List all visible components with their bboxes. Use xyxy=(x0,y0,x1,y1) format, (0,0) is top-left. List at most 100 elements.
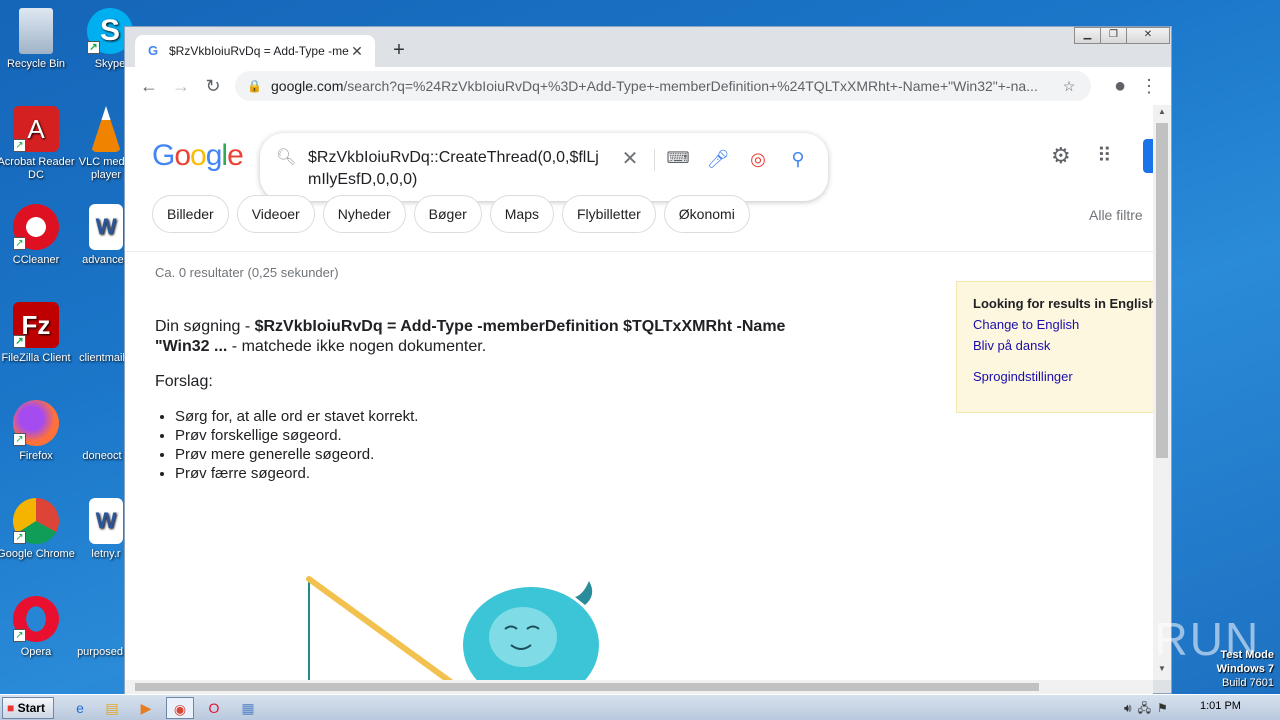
system-tray[interactable]: 🔊︎🖧⚑ xyxy=(1124,699,1174,720)
desktop-icon-label: Google Chrome xyxy=(0,548,75,560)
minimize-button[interactable]: ▁ xyxy=(1074,27,1101,44)
horizontal-scrollbar[interactable] xyxy=(125,680,1153,694)
search-icon: 🔍︎ xyxy=(276,149,297,166)
test-mode-label: Test Mode Windows 7 Build 7601 xyxy=(1216,649,1274,689)
desktop-icon-label: letny.r xyxy=(91,548,121,560)
no-results-illustration xyxy=(306,576,599,680)
stay-danish-link[interactable]: Bliv på dansk xyxy=(973,338,1149,353)
desktop-icon-ccleaner[interactable]: ↗ CCleaner xyxy=(0,204,76,267)
firefox-icon: ↗ xyxy=(13,400,59,446)
new-tab-button[interactable]: + xyxy=(387,39,411,63)
blank-file-icon xyxy=(79,302,125,348)
blank-file-icon xyxy=(79,400,125,446)
sign-in-button[interactable] xyxy=(1143,139,1153,173)
scroll-down-icon[interactable]: ▼ xyxy=(1153,664,1171,678)
scroll-up-icon[interactable]: ▲ xyxy=(1153,107,1171,121)
language-suggestion-box: Looking for results in English Change to… xyxy=(956,281,1153,413)
tab-title: $RzVkbIoiuRvDq = Add-Type -memb xyxy=(169,44,349,58)
desktop-icon-label: Skype xyxy=(94,58,126,70)
reload-button[interactable]: ↻ xyxy=(197,70,229,102)
chrome-menu-icon[interactable]: ⋮ xyxy=(1139,71,1159,101)
suggestions-heading: Forslag: xyxy=(155,373,213,390)
volume-icon[interactable]: 🔊︎ xyxy=(1124,701,1138,715)
taskbar-opera-icon[interactable]: O xyxy=(200,697,228,719)
chip-flights[interactable]: Flybilletter xyxy=(562,195,656,233)
chip-videos[interactable]: Videoer xyxy=(236,195,315,233)
tab-google-search[interactable]: G $RzVkbIoiuRvDq = Add-Type -memb ✕ xyxy=(135,35,375,67)
taskbar-chrome-icon[interactable]: ◉ xyxy=(166,697,194,719)
language-box-heading: Looking for results in English xyxy=(973,296,1153,311)
taskbar-clock[interactable]: 1:01 PM xyxy=(1200,700,1241,712)
search-input[interactable]: $RzVkbIoiuRvDq::CreateThread(0,0,$flLjmI… xyxy=(308,147,608,191)
scroll-thumb[interactable] xyxy=(135,683,1039,691)
search-submit-icon[interactable]: ⚲ xyxy=(784,145,812,173)
monster-horn xyxy=(575,581,593,605)
list-item: Prøv færre søgeord. xyxy=(175,464,418,483)
back-button[interactable]: ← xyxy=(133,70,165,102)
word-document-icon: W xyxy=(89,204,123,250)
chip-maps[interactable]: Maps xyxy=(489,195,554,233)
vlc-cone-icon xyxy=(91,106,121,152)
taskbar-explorer-icon[interactable]: ▤ xyxy=(98,697,126,719)
page-viewport: Google 🔍︎ $RzVkbIoiuRvDq::CreateThread(0… xyxy=(125,105,1153,680)
url-path: /search?q=%24RzVkbIoiuRvDq+%3D+Add-Type+… xyxy=(343,78,1038,94)
opera-icon: ↗ xyxy=(13,596,59,642)
close-tab-icon[interactable]: ✕ xyxy=(349,43,365,60)
desktop-icon-label: CCleaner xyxy=(12,254,60,266)
google-lens-icon[interactable]: ◎ xyxy=(744,145,772,173)
window-controls: ▁ ❐ ✕ xyxy=(1074,27,1170,44)
language-settings-link[interactable]: Sprogindstillinger xyxy=(973,369,1149,384)
list-item: Prøv forskellige søgeord. xyxy=(175,426,418,445)
keyboard-icon[interactable]: ⌨ xyxy=(664,145,692,173)
bookmark-star-icon[interactable]: ☆ xyxy=(1059,78,1079,95)
desktop-icon-label: Firefox xyxy=(19,450,53,462)
desktop-icon-label: FileZilla Client xyxy=(1,352,71,364)
desktop-icon-chrome[interactable]: ↗ Google Chrome xyxy=(0,498,76,561)
lock-icon: 🔒 xyxy=(247,79,262,93)
list-item: Prøv mere generelle søgeord. xyxy=(175,445,418,464)
taskbar-ie-icon[interactable]: e xyxy=(66,697,94,719)
google-apps-icon[interactable]: ⠿ xyxy=(1097,143,1112,168)
microphone-icon[interactable]: 🎤︎ xyxy=(704,145,732,173)
chip-books[interactable]: Bøger xyxy=(413,195,482,233)
address-bar[interactable]: 🔒 google.com/search?q=%24RzVkbIoiuRvDq+%… xyxy=(235,71,1091,101)
google-logo[interactable]: Google xyxy=(152,139,244,173)
forward-button[interactable]: → xyxy=(165,70,197,102)
desktop-icon-label: Opera xyxy=(20,646,52,658)
profile-icon[interactable]: ● xyxy=(1105,71,1135,101)
google-favicon-icon: G xyxy=(147,43,159,58)
chip-finance[interactable]: Økonomi xyxy=(663,195,750,233)
chrome-icon: ↗ xyxy=(13,498,59,544)
search-box[interactable]: 🔍︎ $RzVkbIoiuRvDq::CreateThread(0,0,$flL… xyxy=(260,133,828,201)
acrobat-icon: A ↗ xyxy=(13,106,59,152)
start-button[interactable]: ■ Start xyxy=(2,697,54,719)
all-filters-button[interactable]: Alle filtre xyxy=(1089,207,1143,223)
clear-search-icon[interactable]: ✕ xyxy=(616,145,644,173)
desktop-icon-acrobat[interactable]: A ↗ Acrobat Reader DC xyxy=(0,106,76,182)
settings-gear-icon[interactable]: ⚙ xyxy=(1051,143,1071,169)
desktop-icon-label: purposed xyxy=(77,646,123,658)
desktop-icon-label: advanced xyxy=(82,254,130,266)
filezilla-icon: Fz ↗ xyxy=(13,302,59,348)
result-stats: Ca. 0 resultater (0,25 sekunder) xyxy=(155,265,339,280)
fishing-rod xyxy=(306,576,454,680)
chip-images[interactable]: Billeder xyxy=(152,195,229,233)
network-icon[interactable]: 🖧 xyxy=(1138,701,1157,715)
no-results-message: Din søgning - $RzVkbIoiuRvDq = Add-Type … xyxy=(155,318,786,355)
taskbar-notepad-icon[interactable]: ▦ xyxy=(234,697,262,719)
scroll-thumb[interactable] xyxy=(1156,123,1168,458)
search-divider xyxy=(654,149,655,171)
desktop-icon-recycle-bin[interactable]: Recycle Bin xyxy=(0,8,76,71)
taskbar: ■ Start e ▤ ▶ ◉ O ▦ 🔊︎🖧⚑ 1:01 PM xyxy=(0,694,1280,720)
ccleaner-icon: ↗ xyxy=(13,204,59,250)
maximize-button[interactable]: ❐ xyxy=(1100,27,1127,44)
desktop-icon-label: Recycle Bin xyxy=(6,58,66,70)
taskbar-media-player-icon[interactable]: ▶ xyxy=(132,697,160,719)
close-window-button[interactable]: ✕ xyxy=(1126,27,1170,44)
change-to-english-link[interactable]: Change to English xyxy=(973,317,1149,332)
windows-logo-icon: ■ xyxy=(7,701,15,715)
browser-toolbar: ← → ↻ 🔒 google.com/search?q=%24RzVkbIoiu… xyxy=(125,67,1171,105)
vertical-scrollbar[interactable]: ▲ ▼ xyxy=(1153,105,1171,680)
action-center-flag-icon[interactable]: ⚑ xyxy=(1157,701,1174,715)
chip-news[interactable]: Nyheder xyxy=(322,195,406,233)
